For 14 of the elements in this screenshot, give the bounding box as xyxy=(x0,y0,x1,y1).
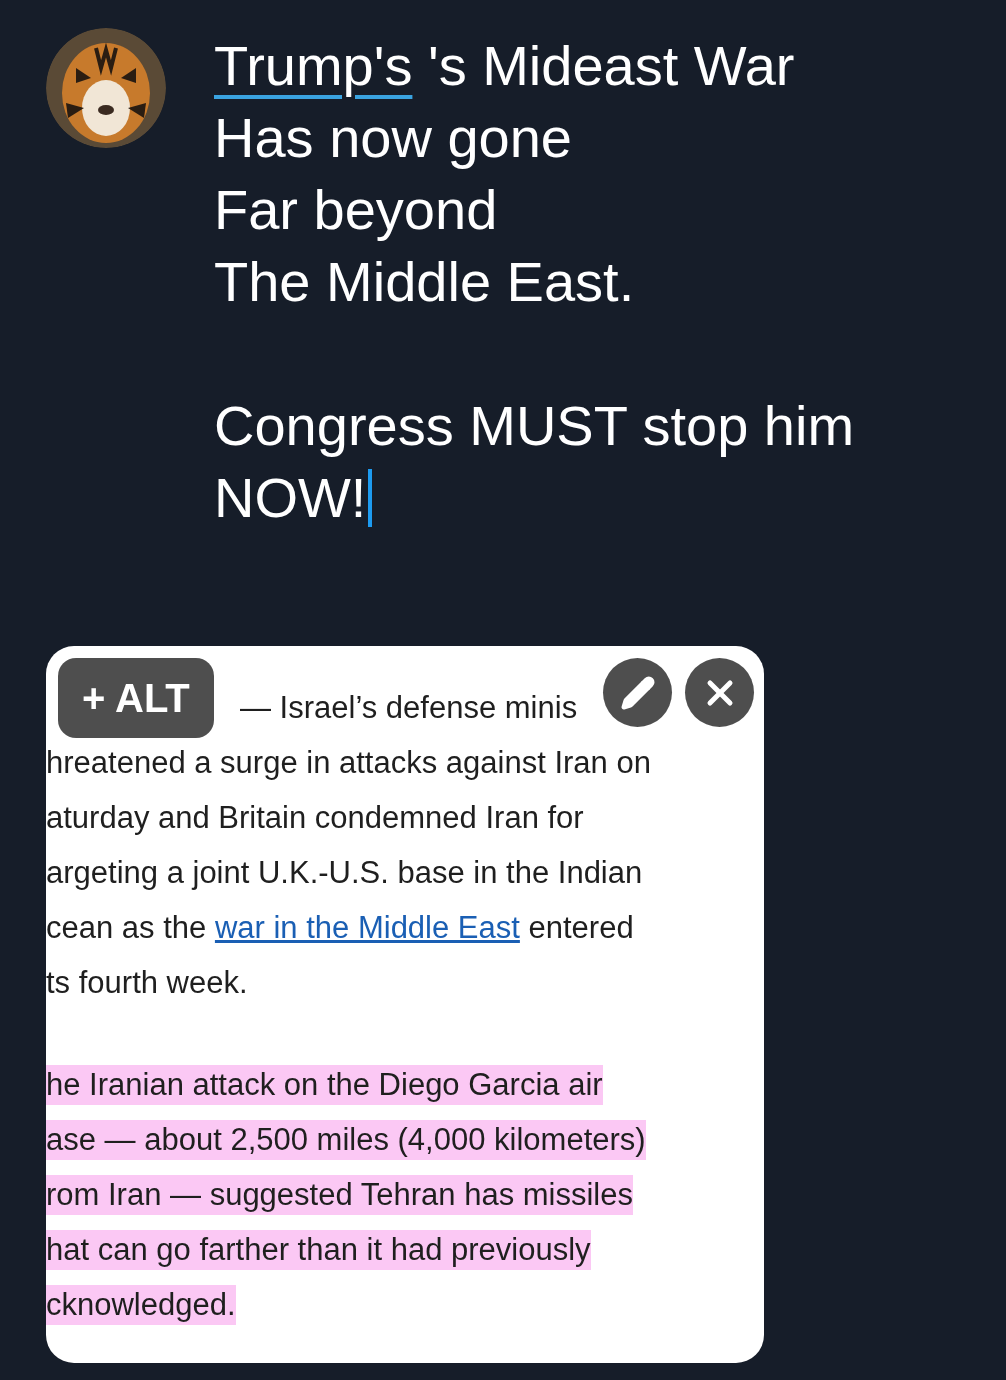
post-text-line: NOW! xyxy=(214,465,367,531)
post-text-line: Far beyond xyxy=(214,177,498,243)
article-text-line: hreatened a surge in attacks against Iran on xyxy=(46,743,651,782)
article-text-line: argeting a joint U.K.-U.S. base in the Indian xyxy=(46,853,643,892)
article-text-line: — Israel’s defense minis xyxy=(240,688,578,727)
post-text-line: The Middle East. xyxy=(214,249,635,315)
post-text-line: Trump's 's Mideast War xyxy=(214,33,795,99)
post-text-line: Has now gone xyxy=(214,105,572,171)
pencil-icon xyxy=(619,674,656,711)
post-text-line: Congress MUST stop him xyxy=(214,393,855,459)
article-text-line: ts fourth week. xyxy=(46,963,248,1002)
article-text-line: aturday and Britain condemned Iran for xyxy=(46,798,584,837)
alt-button[interactable]: + ALT xyxy=(58,658,214,738)
article-text-line: cean as the war in the Middle East entered xyxy=(46,908,634,947)
